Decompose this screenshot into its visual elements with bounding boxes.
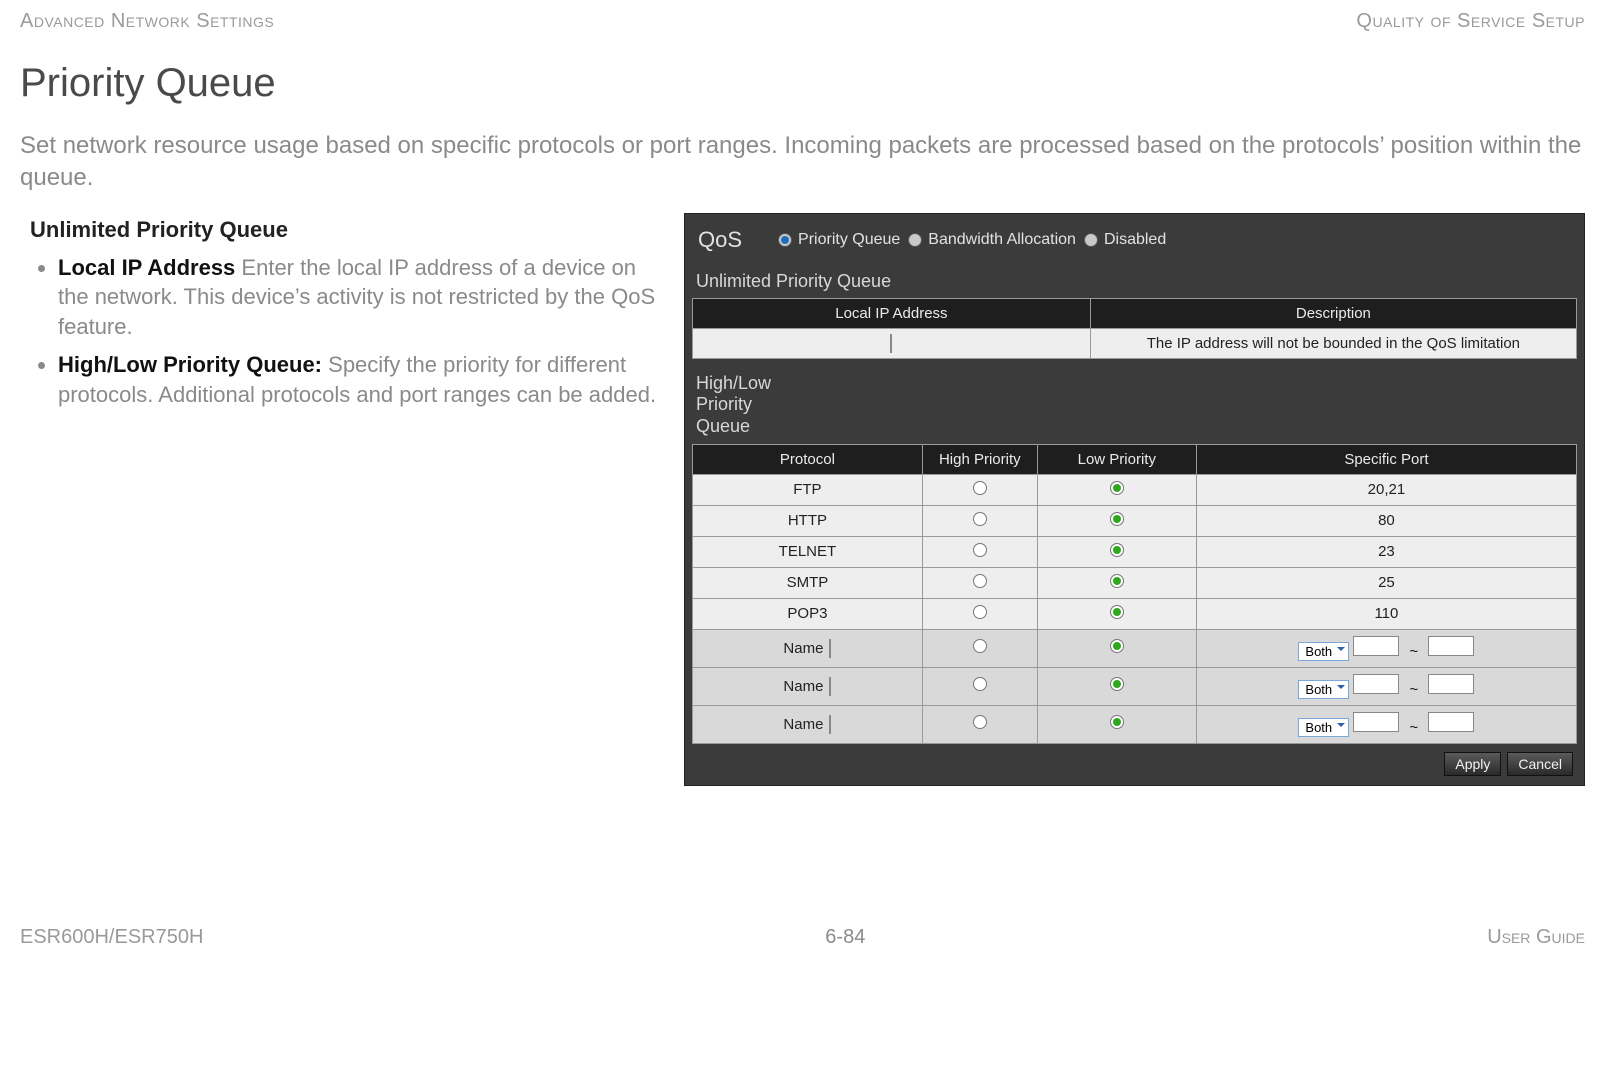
port-to-input[interactable] xyxy=(1428,712,1474,732)
col-high-priority: High Priority xyxy=(922,444,1037,474)
queue-title: High/LowPriorityQueue xyxy=(696,373,806,438)
local-ip-input[interactable] xyxy=(890,334,892,353)
high-priority-radio[interactable] xyxy=(973,574,987,588)
col-protocol: Protocol xyxy=(693,444,923,474)
custom-name-input[interactable] xyxy=(829,639,831,658)
unlimited-table: Local IP Address Description The IP addr… xyxy=(692,298,1577,359)
both-select[interactable]: Both xyxy=(1298,718,1349,737)
low-priority-radio[interactable] xyxy=(1110,512,1124,526)
table-row: FTP 20,21 xyxy=(693,474,1577,505)
qos-mode-disabled[interactable]: Disabled xyxy=(1084,231,1166,249)
high-priority-radio[interactable] xyxy=(973,481,987,495)
custom-name-input[interactable] xyxy=(829,715,831,734)
bullet-term: Local IP Address xyxy=(58,255,235,280)
low-priority-radio[interactable] xyxy=(1110,543,1124,557)
running-left: Advanced Network Settings xyxy=(20,10,274,33)
port-from-input[interactable] xyxy=(1353,674,1399,694)
port-from-input[interactable] xyxy=(1353,712,1399,732)
col-low-priority: Low Priority xyxy=(1037,444,1196,474)
low-priority-radio[interactable] xyxy=(1110,481,1124,495)
both-select[interactable]: Both xyxy=(1298,680,1349,699)
footer-model: ESR600H/ESR750H xyxy=(20,926,203,949)
cancel-button[interactable]: Cancel xyxy=(1507,752,1573,776)
qos-label: QoS xyxy=(698,227,742,253)
qos-mode-priority-queue[interactable]: Priority Queue xyxy=(778,231,900,249)
page-title: Priority Queue xyxy=(20,61,1585,106)
table-row: TELNET 23 xyxy=(693,536,1577,567)
high-priority-radio[interactable] xyxy=(973,605,987,619)
high-priority-radio[interactable] xyxy=(973,715,987,729)
radio-icon xyxy=(908,233,922,247)
router-panel: QoS Priority Queue Bandwidth Allocation … xyxy=(684,213,1585,786)
table-row: SMTP 25 xyxy=(693,567,1577,598)
radio-selected-icon xyxy=(778,233,792,247)
low-priority-radio[interactable] xyxy=(1110,715,1124,729)
bullet-term: High/Low Priority Queue: xyxy=(58,352,322,377)
radio-icon xyxy=(1084,233,1098,247)
both-select[interactable]: Both xyxy=(1298,642,1349,661)
footer-page-number: 6-84 xyxy=(825,926,865,949)
col-specific-port: Specific Port xyxy=(1196,444,1576,474)
page-intro: Set network resource usage based on spec… xyxy=(20,130,1585,195)
port-from-input[interactable] xyxy=(1353,636,1399,656)
custom-row: Name Both ~ xyxy=(693,705,1577,743)
low-priority-radio[interactable] xyxy=(1110,677,1124,691)
bullet-item: Local IP Address Enter the local IP addr… xyxy=(58,253,660,342)
high-priority-radio[interactable] xyxy=(973,512,987,526)
footer-guide: User Guide xyxy=(1487,926,1585,949)
page-footer: ESR600H/ESR750H 6-84 User Guide xyxy=(20,926,1585,949)
apply-button[interactable]: Apply xyxy=(1444,752,1501,776)
high-priority-radio[interactable] xyxy=(973,639,987,653)
section-heading-unlimited: Unlimited Priority Queue xyxy=(30,217,660,243)
qos-mode-bandwidth-allocation[interactable]: Bandwidth Allocation xyxy=(908,231,1076,249)
high-priority-radio[interactable] xyxy=(973,543,987,557)
running-right: Quality of Service Setup xyxy=(1356,10,1585,33)
priority-queue-table: Protocol High Priority Low Priority Spec… xyxy=(692,444,1577,744)
custom-name-input[interactable] xyxy=(829,677,831,696)
table-row: HTTP 80 xyxy=(693,505,1577,536)
low-priority-radio[interactable] xyxy=(1110,639,1124,653)
port-to-input[interactable] xyxy=(1428,636,1474,656)
bullet-list: Local IP Address Enter the local IP addr… xyxy=(30,253,660,409)
unlimited-desc-cell: The IP address will not be bounded in th… xyxy=(1090,328,1576,358)
qos-mode-row: QoS Priority Queue Bandwidth Allocation … xyxy=(692,223,1577,265)
col-local-ip: Local IP Address xyxy=(693,298,1091,328)
port-to-input[interactable] xyxy=(1428,674,1474,694)
unlimited-title: Unlimited Priority Queue xyxy=(696,271,1573,292)
col-description: Description xyxy=(1090,298,1576,328)
custom-row: Name Both ~ xyxy=(693,629,1577,667)
description-column: Unlimited Priority Queue Local IP Addres… xyxy=(20,213,660,417)
bullet-item: High/Low Priority Queue: Specify the pri… xyxy=(58,350,660,409)
high-priority-radio[interactable] xyxy=(973,677,987,691)
table-row: POP3 110 xyxy=(693,598,1577,629)
low-priority-radio[interactable] xyxy=(1110,574,1124,588)
low-priority-radio[interactable] xyxy=(1110,605,1124,619)
custom-row: Name Both ~ xyxy=(693,667,1577,705)
running-heads: Advanced Network Settings Quality of Ser… xyxy=(20,10,1585,33)
